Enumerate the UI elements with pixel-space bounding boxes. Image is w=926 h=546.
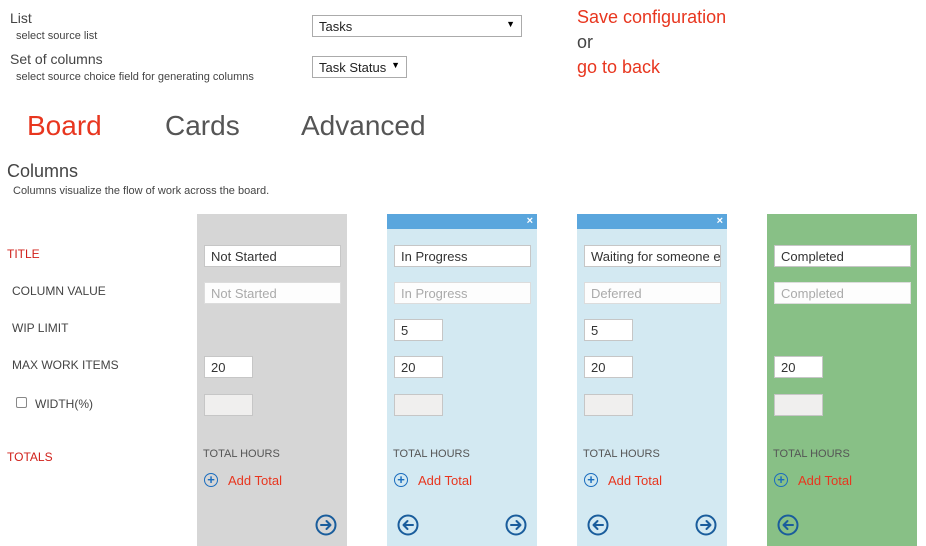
close-icon[interactable]: × — [527, 214, 533, 229]
list-select-value: Tasks — [319, 19, 353, 34]
total-hours-label: TOTAL HOURS — [583, 448, 660, 460]
row-label-title: TITLE — [7, 247, 40, 261]
width-checkbox[interactable] — [16, 397, 27, 408]
tab-cards[interactable]: Cards — [165, 110, 240, 142]
list-select[interactable]: Tasks ▼ — [312, 15, 522, 37]
column-title-input[interactable]: Waiting for someone e — [584, 245, 721, 267]
add-total-link[interactable]: Add Total — [608, 473, 662, 488]
arrow-right-circle-icon[interactable] — [505, 514, 527, 536]
save-configuration-link[interactable]: Save configuration — [577, 7, 726, 28]
max-work-items-input[interactable]: 20 — [584, 356, 633, 378]
width-input[interactable] — [774, 394, 823, 416]
max-work-items-input[interactable]: 20 — [394, 356, 443, 378]
max-work-items-input[interactable]: 20 — [204, 356, 253, 378]
column-header-bar: × — [387, 214, 537, 229]
columns-select-value: Task Status — [319, 60, 387, 75]
board-column-completed: Completed Completed 20 TOTAL HOURS + Add… — [767, 214, 917, 546]
arrow-right-circle-icon[interactable] — [695, 514, 717, 536]
arrow-right-circle-icon[interactable] — [315, 514, 337, 536]
or-text: or — [577, 32, 594, 52]
tab-advanced[interactable]: Advanced — [301, 110, 426, 142]
wip-limit-input[interactable]: 5 — [394, 319, 443, 341]
total-hours-label: TOTAL HOURS — [773, 448, 850, 460]
width-input[interactable] — [204, 394, 253, 416]
plus-circle-icon[interactable]: + — [774, 473, 788, 487]
board-column-waiting: × Waiting for someone e Deferred 5 20 TO… — [577, 214, 727, 546]
board-column-not-started: Not Started Not Started 20 TOTAL HOURS +… — [197, 214, 347, 546]
section-description: Columns visualize the flow of work acros… — [13, 185, 270, 197]
add-total-link[interactable]: Add Total — [418, 473, 472, 488]
arrow-left-circle-icon[interactable] — [777, 514, 799, 536]
column-title-input[interactable]: Not Started — [204, 245, 341, 267]
columns-set-hint: select source choice field for generatin… — [16, 71, 254, 83]
columns-set-label: Set of columns — [10, 51, 103, 67]
close-icon[interactable]: × — [717, 214, 723, 229]
tab-board[interactable]: Board — [27, 110, 102, 142]
column-header-bar: × — [577, 214, 727, 229]
column-title-input[interactable]: In Progress — [394, 245, 531, 267]
total-hours-label: TOTAL HOURS — [393, 448, 470, 460]
board-column-in-progress: × In Progress In Progress 5 20 TOTAL HOU… — [387, 214, 537, 546]
row-label-column-value: COLUMN VALUE — [12, 284, 106, 298]
list-label: List — [10, 10, 32, 26]
arrow-left-circle-icon[interactable] — [397, 514, 419, 536]
total-hours-label: TOTAL HOURS — [203, 448, 280, 460]
row-label-max-work-items: MAX WORK ITEMS — [12, 358, 119, 372]
columns-select[interactable]: Task Status ▼ — [312, 56, 407, 78]
go-back-link[interactable]: go to back — [577, 57, 660, 78]
add-total-link[interactable]: Add Total — [798, 473, 852, 488]
column-value-input: Not Started — [204, 282, 341, 304]
width-input[interactable] — [584, 394, 633, 416]
column-value-input: In Progress — [394, 282, 531, 304]
column-title-input[interactable]: Completed — [774, 245, 911, 267]
row-label-totals: TOTALS — [7, 450, 53, 464]
arrow-left-circle-icon[interactable] — [587, 514, 609, 536]
plus-circle-icon[interactable]: + — [584, 473, 598, 487]
max-work-items-input[interactable]: 20 — [774, 356, 823, 378]
chevron-down-icon: ▼ — [506, 19, 515, 29]
plus-circle-icon[interactable]: + — [394, 473, 408, 487]
row-label-wip-limit: WIP LIMIT — [12, 321, 69, 335]
row-label-width: WIDTH(%) — [35, 397, 93, 411]
list-hint: select source list — [16, 30, 98, 42]
column-value-input: Deferred — [584, 282, 721, 304]
chevron-down-icon: ▼ — [391, 60, 400, 70]
column-value-input: Completed — [774, 282, 911, 304]
add-total-link[interactable]: Add Total — [228, 473, 282, 488]
width-input[interactable] — [394, 394, 443, 416]
wip-limit-input[interactable]: 5 — [584, 319, 633, 341]
plus-circle-icon[interactable]: + — [204, 473, 218, 487]
section-title: Columns — [7, 161, 79, 181]
